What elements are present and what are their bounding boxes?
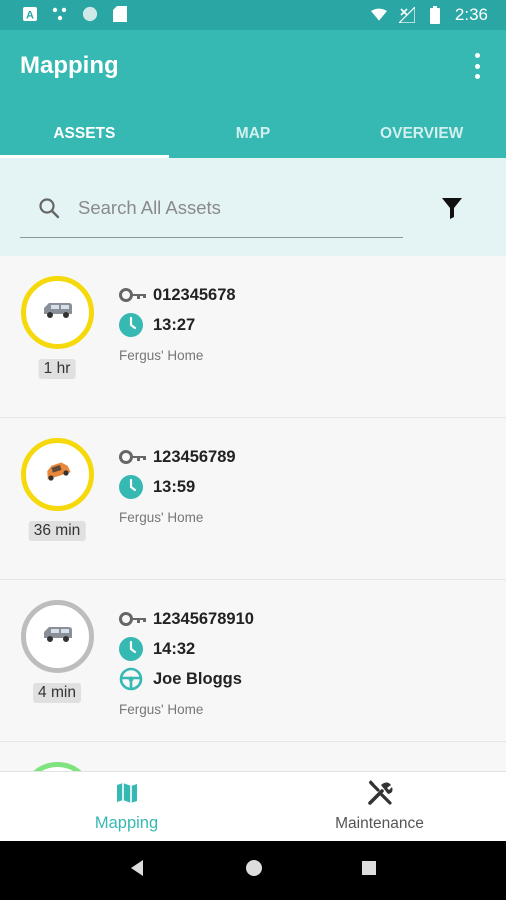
tools-icon [367,780,393,811]
asset-time: 13:59 [153,477,196,496]
clock-icon [119,475,153,499]
asset-time: 14:32 [153,639,196,658]
signal-off-icon [398,7,415,23]
clock-icon [119,637,153,661]
nav-mapping[interactable]: Mapping [0,772,253,841]
tab-map[interactable]: MAP [169,110,338,158]
wifi-icon [370,7,387,23]
van-icon [41,300,75,325]
battery-icon [427,6,443,24]
asset-status-ring [21,600,94,673]
van-icon [41,624,75,649]
nav-maintenance-label: Maintenance [335,815,424,832]
asset-status-ring [21,762,94,771]
key-icon [119,288,153,302]
filter-icon[interactable] [440,196,464,225]
key-icon [119,450,153,464]
car-icon [43,460,73,489]
asset-location: Fergus' Home [119,510,204,525]
tab-assets[interactable]: ASSETS [0,110,169,158]
circle-icon [82,6,98,22]
asset-driver: Joe Bloggs [153,669,242,688]
network-dots-icon [52,6,68,22]
svg-text:A: A [26,10,34,22]
asset-key-id: 123456789 [153,447,236,466]
last-seen-badge: 1 hr [38,359,76,379]
recents-icon[interactable] [361,860,377,881]
a-notification-icon: A [22,6,38,22]
tab-overview[interactable]: OVERVIEW [337,110,506,158]
key-icon [119,612,153,626]
nav-mapping-label: Mapping [94,813,159,832]
asset-key-id: 12345678910 [153,609,254,628]
last-seen-badge: 4 min [33,683,81,703]
map-icon [115,781,139,810]
clock-icon [119,313,153,337]
asset-location: Fergus' Home [119,702,204,717]
asset-location: Fergus' Home [119,348,204,363]
more-vert-icon[interactable] [470,53,484,79]
bottom-nav: Mapping Maintenance [0,771,506,841]
asset-time: 13:27 [153,315,196,334]
tab-bar: ASSETS MAP OVERVIEW [0,110,506,158]
steering-wheel-icon [119,667,153,691]
status-time: 2:36 [454,5,488,24]
asset-key-id: 012345678 [153,285,236,304]
sd-card-icon [112,6,128,22]
asset-status-ring [21,438,94,511]
asset-list-item[interactable]: 36 min 123456789 13:59 Fergus' Home [0,418,506,580]
page-title: Mapping [20,52,119,79]
back-icon[interactable] [129,859,147,882]
asset-list: 1 hr 012345678 13:27 Fergus' Home 36 min… [0,256,506,771]
status-bar: A 2:36 [0,0,506,30]
search-band: Search All Assets [0,158,506,256]
asset-list-item[interactable] [0,742,506,771]
app-bar: Mapping ASSETS MAP OVERVIEW [0,30,506,158]
search-input[interactable]: Search All Assets [20,178,403,238]
asset-status-ring [21,276,94,349]
asset-list-item[interactable]: 4 min 12345678910 14:32 Joe Bloggs Fergu… [0,580,506,742]
home-icon[interactable] [245,859,263,882]
search-icon [20,196,78,220]
search-placeholder: Search All Assets [78,196,221,218]
asset-list-item[interactable]: 1 hr 012345678 13:27 Fergus' Home [0,256,506,418]
last-seen-badge: 36 min [28,521,86,541]
nav-maintenance[interactable]: Maintenance [253,772,506,841]
system-nav-bar [0,841,506,900]
